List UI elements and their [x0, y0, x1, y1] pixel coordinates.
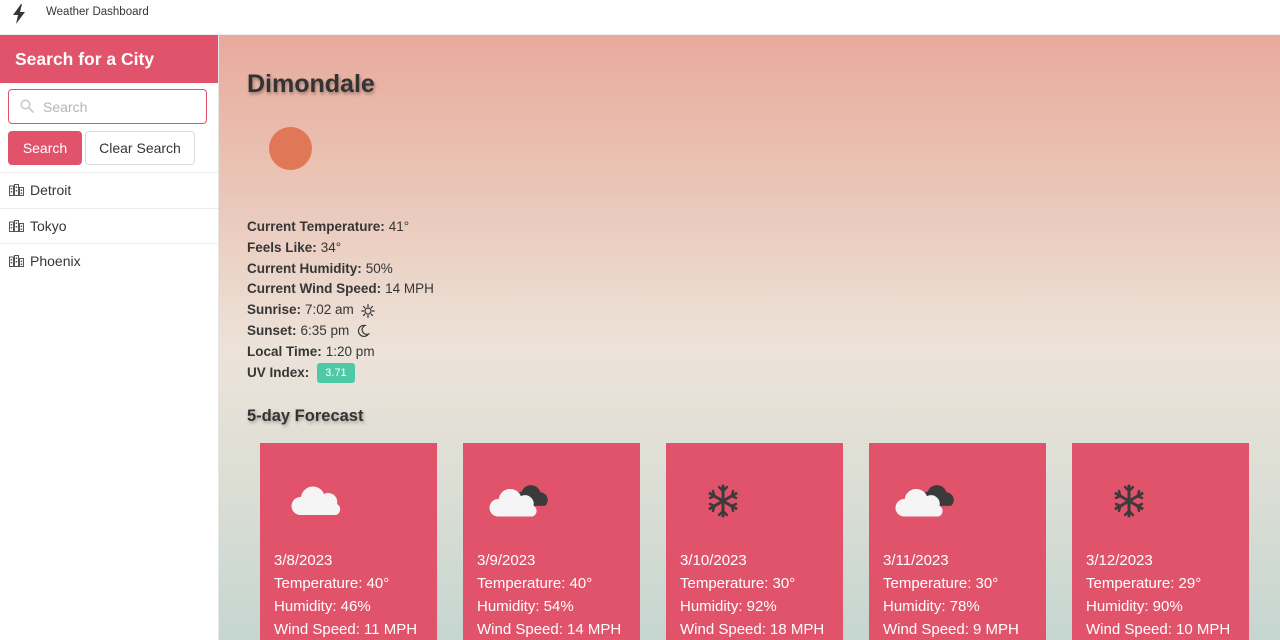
- clouds-icon: [489, 485, 548, 517]
- forecast-date: 3/11/2023: [883, 552, 949, 569]
- forecast-temperature: Temperature: 40°: [477, 575, 593, 592]
- uv-row: UV Index: 3.71: [247, 362, 434, 384]
- sun-icon: [269, 127, 312, 170]
- local-time-label: Local Time:: [247, 343, 322, 359]
- forecast-temperature: Temperature: 29°: [1086, 575, 1202, 592]
- temperature-value: 41°: [388, 219, 410, 234]
- search-icon: [20, 99, 34, 113]
- forecast-wind: Wind Speed: 10 MPH: [1086, 621, 1231, 638]
- snowflake-icon: [1114, 484, 1144, 518]
- forecast-card: 3/9/2023 Temperature: 40° Humidity: 54% …: [463, 443, 640, 640]
- humidity-label: Current Humidity:: [247, 260, 362, 276]
- clear-search-button[interactable]: Clear Search: [85, 131, 195, 165]
- city-item-detroit[interactable]: Detroit: [0, 172, 218, 208]
- forecast-wind: Wind Speed: 11 MPH: [274, 621, 418, 638]
- bolt-icon[interactable]: [11, 4, 27, 24]
- feels-like-value: 34°: [320, 239, 342, 255]
- wind-value: 14 MPH: [385, 281, 434, 297]
- uv-label: UV Index:: [247, 364, 310, 380]
- wind-row: Current Wind Speed: 14 MPH: [247, 279, 434, 300]
- city-item-phoenix[interactable]: Phoenix: [0, 243, 218, 279]
- moon-icon: [358, 325, 371, 338]
- forecast-lines: 3/11/2023 Temperature: 30° Humidity: 78%…: [883, 549, 1019, 640]
- forecast-card: 3/12/2023 Temperature: 29° Humidity: 90%…: [1072, 443, 1249, 640]
- city-list: Detroit Tokyo Phoenix: [0, 172, 218, 279]
- city-label: Tokyo: [30, 217, 67, 234]
- forecast-humidity: Humidity: 90%: [1086, 598, 1183, 615]
- forecast-wind: Wind Speed: 14 MPH: [477, 621, 622, 638]
- city-icon: [9, 184, 24, 197]
- city-label: Detroit: [30, 182, 72, 199]
- current-stats: Current Temperature: 41° Feels Like: 34°…: [247, 217, 434, 383]
- forecast-lines: 3/9/2023 Temperature: 40° Humidity: 54% …: [477, 549, 621, 640]
- feels-like-label: Feels Like:: [247, 239, 317, 255]
- sunset-row: Sunset: 6:35 pm: [247, 321, 434, 342]
- forecast-date: 3/10/2023: [680, 552, 747, 569]
- city-icon: [9, 255, 24, 268]
- forecast-lines: 3/8/2023 Temperature: 40° Humidity: 46% …: [274, 549, 417, 640]
- sidebar-header: Search for a City: [0, 35, 218, 83]
- app-title[interactable]: Weather Dashboard: [46, 6, 149, 18]
- sunrise-label: Sunrise:: [247, 302, 302, 318]
- city-item-tokyo[interactable]: Tokyo: [0, 207, 218, 244]
- forecast-lines: 3/10/2023 Temperature: 30° Humidity: 92%…: [680, 549, 824, 640]
- city-icon: [9, 219, 24, 232]
- temperature-label: Current Temperature:: [247, 219, 385, 234]
- forecast-humidity: Humidity: 92%: [680, 598, 777, 615]
- sunset-label: Sunset:: [247, 322, 297, 338]
- forecast-card: 3/8/2023 Temperature: 40° Humidity: 46% …: [260, 443, 437, 640]
- forecast-title: 5-day Forecast: [247, 407, 364, 425]
- wind-label: Current Wind Speed:: [247, 281, 382, 297]
- forecast-temperature: Temperature: 40°: [274, 575, 390, 592]
- sidebar: Search for a City Search Clear Search De…: [0, 35, 219, 640]
- city-label: Phoenix: [30, 253, 81, 270]
- forecast-date: 3/12/2023: [1086, 552, 1153, 569]
- main-panel: Dimondale Current Temperature: 41° Feels…: [219, 35, 1280, 640]
- forecast-date: 3/9/2023: [477, 552, 536, 569]
- snowflake-icon: [708, 484, 738, 518]
- cloud-icon: [291, 486, 341, 515]
- sunrise-icon: [360, 303, 375, 318]
- sunset-value: 6:35 pm: [300, 322, 350, 338]
- uv-badge: 3.71: [317, 362, 355, 383]
- clouds-icon: [895, 485, 954, 517]
- forecast-wind: Wind Speed: 9 MPH: [883, 621, 1019, 638]
- city-name: Dimondale: [247, 70, 375, 98]
- forecast-temperature: Temperature: 30°: [883, 575, 999, 592]
- forecast-card: 3/11/2023 Temperature: 30° Humidity: 78%…: [869, 443, 1046, 640]
- local-time-value: 1:20 pm: [325, 343, 375, 359]
- feels-like-row: Feels Like: 34°: [247, 238, 434, 259]
- search-field[interactable]: [8, 89, 207, 124]
- forecast-wind: Wind Speed: 18 MPH: [680, 621, 825, 638]
- forecast-date: 3/8/2023: [274, 552, 333, 569]
- forecast-humidity: Humidity: 78%: [883, 598, 980, 615]
- forecast-temperature: Temperature: 30°: [680, 575, 796, 592]
- forecast-humidity: Humidity: 54%: [477, 598, 574, 615]
- forecast-humidity: Humidity: 46%: [274, 598, 371, 615]
- search-input[interactable]: [43, 98, 193, 116]
- forecast-lines: 3/12/2023 Temperature: 29° Humidity: 90%…: [1086, 549, 1230, 640]
- humidity-value: 50%: [365, 260, 393, 276]
- sunrise-row: Sunrise: 7:02 am: [247, 300, 434, 321]
- temperature-row: Current Temperature: 41°: [247, 217, 434, 238]
- search-button[interactable]: Search: [8, 131, 82, 165]
- sunrise-value: 7:02 am: [305, 302, 354, 318]
- local-time-row: Local Time: 1:20 pm: [247, 342, 434, 363]
- forecast-card: 3/10/2023 Temperature: 30° Humidity: 92%…: [666, 443, 843, 640]
- humidity-row: Current Humidity: 50%: [247, 259, 434, 280]
- top-bar: Weather Dashboard: [0, 0, 1280, 35]
